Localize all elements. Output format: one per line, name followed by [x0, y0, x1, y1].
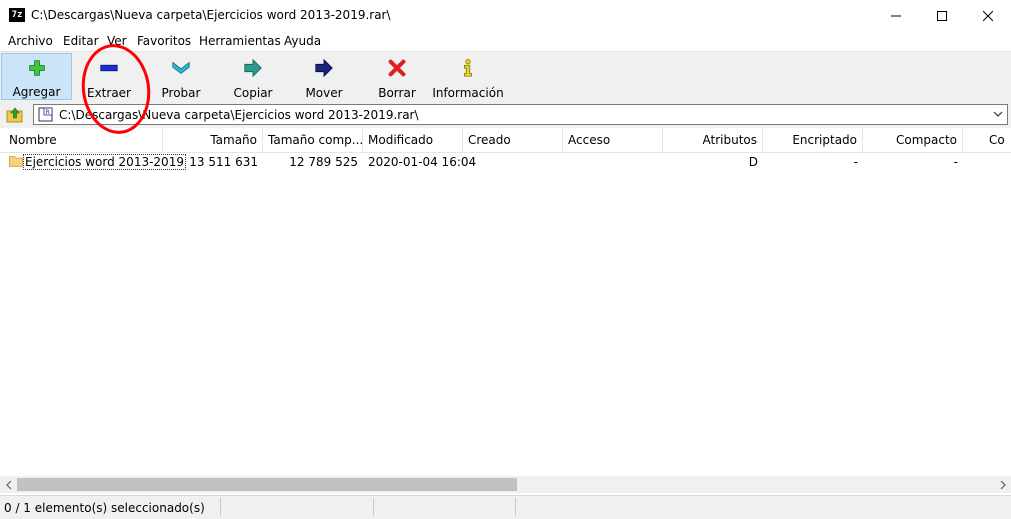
menu-editar[interactable]: Editar: [63, 34, 99, 48]
app-7zip-icon: 7z: [9, 8, 25, 22]
extract-label: Extraer: [87, 86, 131, 100]
test-button[interactable]: Probar: [146, 53, 216, 100]
column-modificado[interactable]: Modificado: [363, 128, 463, 152]
row-modified: 2020-01-04 16:04: [368, 155, 477, 169]
menu-bar: Archivo Editar Ver Favoritos Herramienta…: [0, 31, 1011, 51]
column-header-row: Nombre Tamaño Tamaño comp... Modificado …: [0, 128, 1011, 153]
svg-text:R: R: [46, 109, 50, 116]
folder-icon: [9, 156, 23, 167]
menu-favoritos[interactable]: Favoritos: [137, 34, 191, 48]
window-title: C:\Descargas\Nueva carpeta\Ejercicios wo…: [31, 8, 391, 22]
add-label: Agregar: [12, 85, 61, 99]
column-compacto[interactable]: Compacto: [863, 128, 963, 152]
column-acceso[interactable]: Acceso: [563, 128, 663, 152]
delete-x-icon: [388, 59, 406, 77]
address-path: C:\Descargas\Nueva carpeta\Ejercicios wo…: [59, 108, 419, 122]
maximize-icon: [937, 10, 947, 21]
minus-icon: [100, 64, 118, 72]
maximize-button[interactable]: [919, 0, 965, 31]
row-packed-size: 12 789 525: [289, 155, 358, 169]
menu-archivo[interactable]: Archivo: [8, 34, 53, 48]
copy-button[interactable]: Copiar: [218, 53, 288, 100]
close-button[interactable]: [965, 0, 1011, 31]
extract-button[interactable]: Extraer: [75, 53, 143, 100]
address-input[interactable]: R C:\Descargas\Nueva carpeta\Ejercicios …: [33, 104, 1008, 125]
row-accessed: [563, 152, 663, 172]
menu-ver[interactable]: Ver: [107, 34, 127, 48]
row-solid: -: [953, 155, 958, 169]
status-selection: 0 / 1 elemento(s) seleccionado(s): [4, 501, 205, 515]
column-nombre[interactable]: Nombre: [4, 128, 163, 152]
close-icon: [983, 10, 993, 21]
row-attributes: D: [748, 155, 758, 169]
minimize-button[interactable]: [873, 0, 919, 31]
archive-file-icon: R: [38, 107, 53, 122]
move-label: Mover: [305, 86, 343, 100]
column-encriptado[interactable]: Encriptado: [763, 128, 863, 152]
horizontal-scrollbar[interactable]: [0, 476, 1011, 493]
info-icon: [464, 59, 472, 77]
minimize-icon: [891, 15, 901, 16]
column-co[interactable]: Co: [987, 128, 1011, 152]
plus-icon: [28, 60, 45, 76]
menu-herramientas[interactable]: Herramientas: [199, 34, 281, 48]
file-list: Nombre Tamaño Tamaño comp... Modificado …: [0, 128, 1011, 476]
chevron-down-icon[interactable]: [992, 108, 1004, 120]
move-button[interactable]: Mover: [289, 53, 359, 100]
chevron-left-icon: [5, 480, 11, 489]
delete-label: Borrar: [378, 86, 416, 100]
test-label: Probar: [161, 86, 201, 100]
toolbar: Agregar Extraer Probar Copiar Mover Borr…: [0, 51, 1011, 102]
status-bar: 0 / 1 elemento(s) seleccionado(s): [0, 495, 1011, 519]
column-tamano-comp[interactable]: Tamaño comp...: [263, 128, 363, 152]
menu-ayuda[interactable]: Ayuda: [284, 34, 321, 48]
column-atributos[interactable]: Atributos: [663, 128, 763, 152]
row-created: [463, 152, 563, 172]
address-bar: R C:\Descargas\Nueva carpeta\Ejercicios …: [0, 102, 1011, 128]
chevron-right-icon: [1000, 480, 1006, 489]
copy-label: Copiar: [233, 86, 273, 100]
info-button[interactable]: Información: [432, 53, 504, 100]
delete-button[interactable]: Borrar: [362, 53, 432, 100]
check-chevron-icon: [172, 61, 190, 75]
column-creado[interactable]: Creado: [463, 128, 563, 152]
status-divider: [373, 498, 374, 516]
status-divider: [515, 498, 516, 516]
up-folder-icon[interactable]: [6, 106, 24, 124]
table-row[interactable]: Ejercicios word 2013-2019 13 511 631 12 …: [0, 152, 1011, 172]
scroll-thumb[interactable]: [17, 478, 517, 491]
add-button[interactable]: Agregar: [1, 53, 72, 100]
move-arrow-icon: [315, 58, 333, 78]
copy-arrow-icon: [244, 58, 262, 78]
column-tamano[interactable]: Tamaño: [163, 128, 263, 152]
row-encrypted: -: [853, 155, 858, 169]
row-size: 13 511 631: [189, 155, 258, 169]
status-divider: [220, 498, 221, 516]
title-bar: 7z C:\Descargas\Nueva carpeta\Ejercicios…: [0, 0, 1011, 31]
scroll-right-button[interactable]: [994, 476, 1011, 493]
info-label: Información: [432, 86, 504, 100]
scroll-left-button[interactable]: [0, 476, 17, 493]
row-name: Ejercicios word 2013-2019: [23, 154, 186, 170]
